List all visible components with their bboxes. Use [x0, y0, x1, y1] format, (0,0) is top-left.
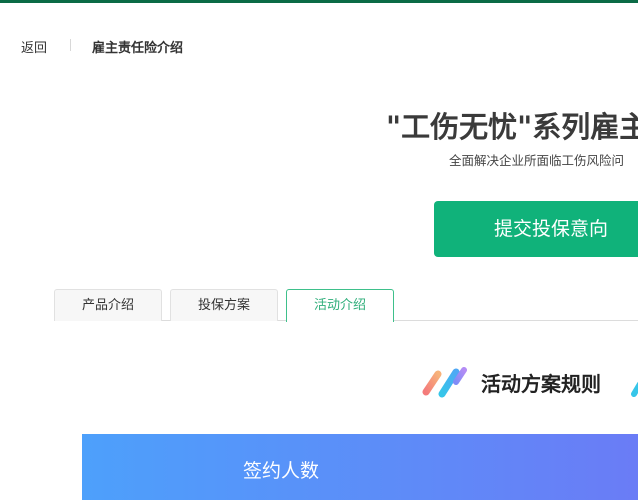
submit-intent-button[interactable]: 提交投保意向	[434, 201, 638, 257]
banner-label-signing-count: 签约人数	[243, 460, 320, 482]
page-title: 雇主责任险介绍	[92, 41, 184, 56]
tab-product-intro[interactable]: 产品介绍	[54, 289, 162, 321]
slanted-stripes-icon	[422, 367, 467, 398]
rule-banner: 签约人数	[82, 434, 638, 500]
top-accent-line	[0, 0, 638, 3]
tab-insurance-plan[interactable]: 投保方案	[170, 289, 278, 321]
section-title: 活动方案规则	[481, 372, 601, 396]
hero-subtitle: 全面解决企业所面临工伤风险问	[449, 153, 625, 168]
slanted-stripes-icon-right	[631, 381, 638, 397]
back-link[interactable]: 返回	[21, 37, 47, 56]
nav-divider	[70, 39, 71, 51]
hero-title: "工伤无忧"系列雇主	[386, 110, 638, 144]
top-nav: 返回 雇主责任险介绍	[0, 30, 638, 60]
tab-activity-intro[interactable]: 活动介绍	[286, 289, 394, 322]
